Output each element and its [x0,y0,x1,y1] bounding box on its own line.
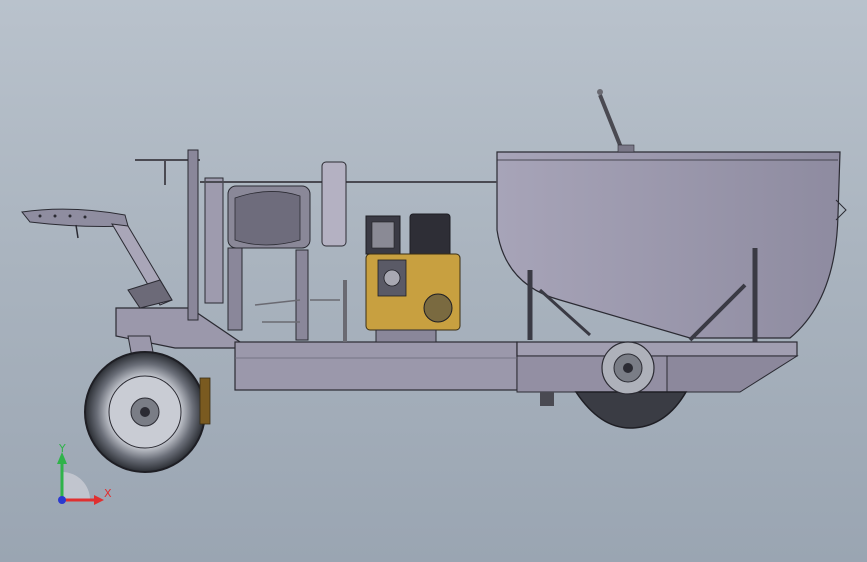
x-axis-label: X [104,487,112,500]
cad-graphics-viewport[interactable]: Y X [0,0,867,562]
hopper[interactable] [496,89,847,339]
lever-knob [597,89,603,95]
triad-arc [62,472,90,500]
y-axis-label: Y [59,442,66,455]
machine-model[interactable] [0,0,867,562]
engine[interactable] [365,213,461,343]
z-axis-dot [58,496,66,504]
seat[interactable] [21,208,173,309]
pump-housing[interactable] [227,161,347,341]
coordinate-triad [57,452,104,505]
